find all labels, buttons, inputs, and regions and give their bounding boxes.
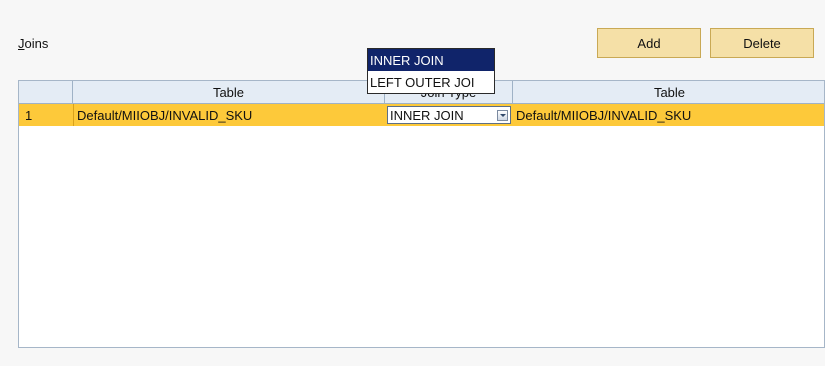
right-table-cell[interactable]: Default/MIIOBJ/INVALID_SKU <box>513 104 824 126</box>
dropdown-option-left-outer-join[interactable]: LEFT OUTER JOI <box>368 71 494 93</box>
join-type-select[interactable]: INNER JOIN <box>387 106 511 124</box>
delete-button-label: Delete <box>743 35 781 51</box>
column-header-table-left[interactable]: Table <box>73 81 385 103</box>
joins-title-rest: oins <box>24 36 49 51</box>
left-table-cell[interactable]: Default/MIIOBJ/INVALID_SKU <box>73 104 385 126</box>
table-row[interactable]: 1 Default/MIIOBJ/INVALID_SKU INNER JOIN … <box>19 104 824 126</box>
joins-panel-title: Joins <box>18 36 48 51</box>
joins-table: Table Join Type Table 1 Default/MIIOBJ/I… <box>18 80 825 348</box>
add-button[interactable]: Add <box>597 28 701 58</box>
dropdown-arrow-icon[interactable] <box>497 109 508 121</box>
join-type-select-value: INNER JOIN <box>390 107 464 123</box>
join-type-cell[interactable]: INNER JOIN <box>385 104 513 126</box>
column-header-table-right[interactable]: Table <box>513 81 824 103</box>
row-number-header <box>19 81 73 103</box>
join-type-dropdown-list: INNER JOIN LEFT OUTER JOI <box>367 48 495 94</box>
delete-button[interactable]: Delete <box>710 28 814 58</box>
add-button-label: Add <box>637 35 661 51</box>
row-number-cell[interactable]: 1 <box>19 104 73 126</box>
dropdown-option-inner-join[interactable]: INNER JOIN <box>368 49 494 71</box>
